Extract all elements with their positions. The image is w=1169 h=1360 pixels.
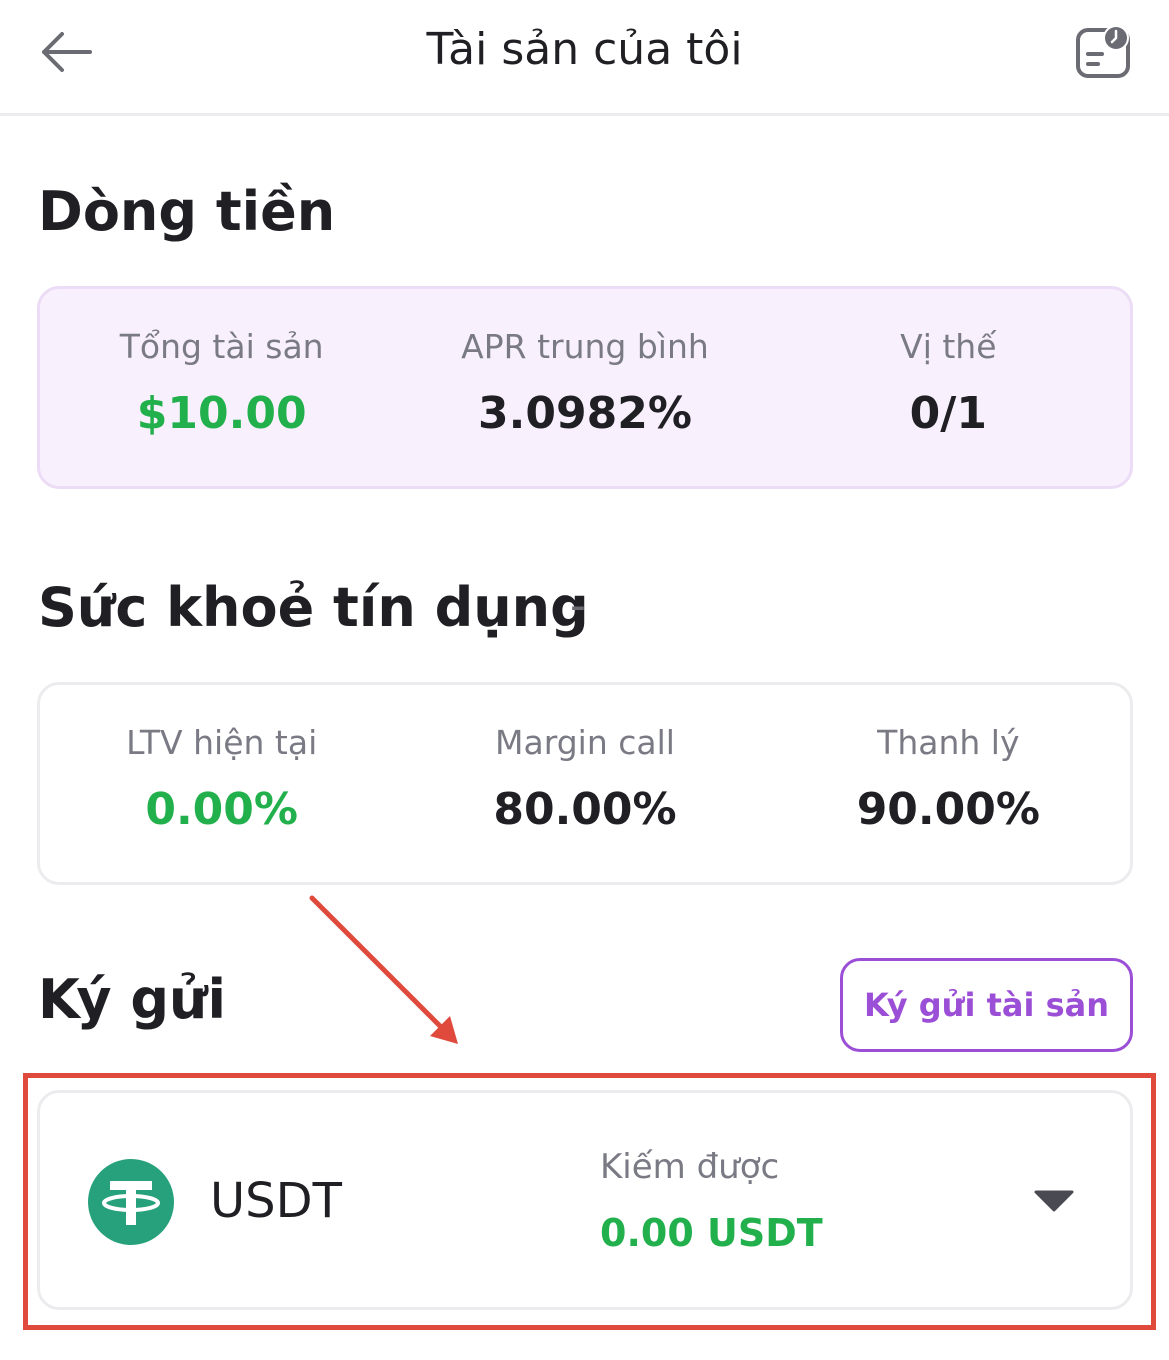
stat-label: Margin call — [495, 723, 675, 762]
liquidation-stat: Thanh lý 90.00% — [767, 685, 1130, 882]
credit-health-title: Sức khoẻ tín dụng — [38, 576, 589, 639]
stat-label: Tổng tài sản — [119, 327, 324, 366]
stat-value: 90.00% — [856, 784, 1040, 835]
average-apr-stat: APR trung bình 3.0982% — [403, 289, 766, 486]
tether-icon — [88, 1159, 174, 1245]
stat-label: APR trung bình — [461, 327, 709, 366]
history-button[interactable] — [1072, 20, 1136, 84]
stat-label: Vị thế — [900, 327, 997, 366]
annotation-arrow — [309, 895, 458, 1044]
positions-stat: Vị thế 0/1 — [767, 289, 1130, 486]
earned-value: 0.00 USDT — [600, 1211, 823, 1255]
my-assets-page: Tài sản của tôi Dòng tiền Tổng tài sản $… — [0, 0, 1169, 1360]
stat-value: 0/1 — [909, 388, 987, 439]
deposit-asset-button[interactable]: Ký gửi tài sản — [840, 958, 1133, 1052]
asset-symbol: USDT — [210, 1173, 342, 1229]
deposit-asset-row[interactable]: USDT Kiếm được 0.00 USDT — [37, 1090, 1133, 1310]
stat-value: 0.00% — [145, 784, 298, 835]
earned-label: Kiếm được — [600, 1147, 780, 1187]
deposit-title: Ký gửi — [38, 968, 226, 1031]
total-assets-stat: Tổng tài sản $10.00 — [40, 289, 403, 486]
stat-label: Thanh lý — [877, 723, 1020, 762]
history-clock-icon — [1076, 25, 1130, 78]
margin-call-stat: Margin call 80.00% — [403, 685, 766, 882]
credit-health-card: LTV hiện tại 0.00% Margin call 80.00% Th… — [37, 682, 1133, 885]
top-bar: Tài sản của tôi — [0, 0, 1169, 116]
cashflow-summary-card: Tổng tài sản $10.00 APR trung bình 3.098… — [37, 286, 1133, 489]
stat-value: 3.0982% — [478, 388, 692, 439]
current-ltv-stat: LTV hiện tại 0.00% — [40, 685, 403, 882]
stat-value: 80.00% — [493, 784, 677, 835]
stat-value: $10.00 — [136, 388, 307, 439]
credit-health-status: - — [570, 580, 586, 631]
cashflow-title: Dòng tiền — [38, 180, 336, 243]
caret-down-icon[interactable] — [1034, 1189, 1074, 1213]
stat-label: LTV hiện tại — [126, 723, 318, 762]
page-title: Tài sản của tôi — [426, 24, 743, 75]
